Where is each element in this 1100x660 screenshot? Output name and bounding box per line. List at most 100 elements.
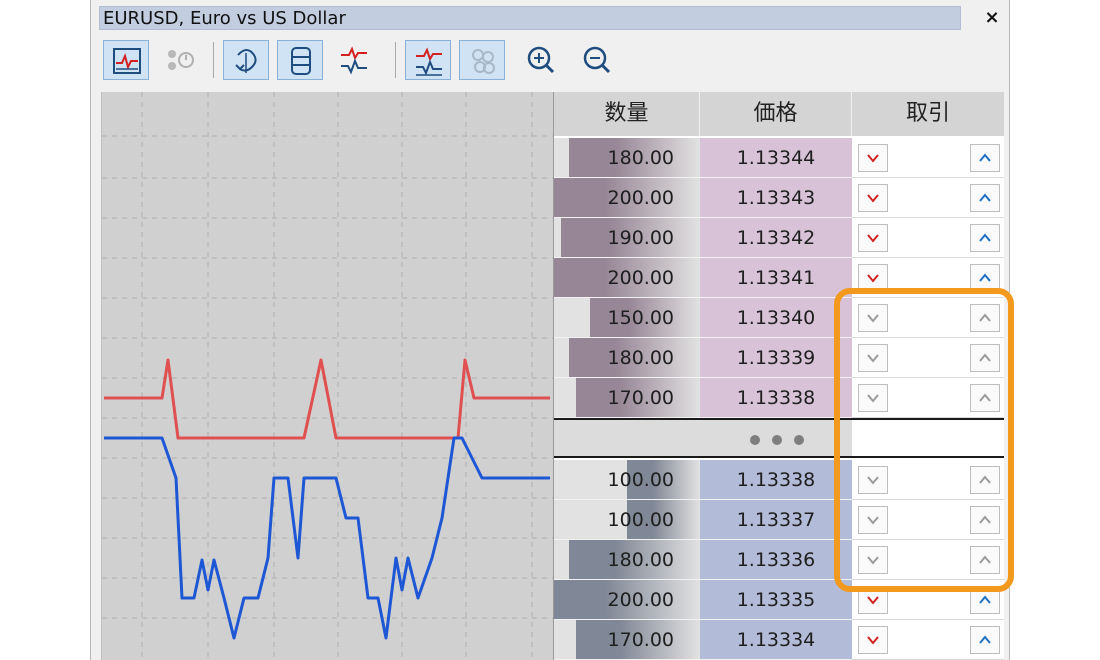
volume-value: 200.00 bbox=[607, 187, 674, 209]
volume-cell: 170.00 bbox=[554, 378, 700, 418]
buy-button[interactable] bbox=[970, 586, 1000, 614]
bid-row: 170.00 1.13334 bbox=[554, 620, 1004, 660]
tick-line-button[interactable] bbox=[331, 40, 377, 80]
sell-button[interactable] bbox=[858, 546, 888, 574]
price-cell[interactable]: 1.13336 bbox=[700, 540, 852, 580]
zoom-in-icon bbox=[527, 46, 555, 74]
tick-chart-icon bbox=[113, 48, 141, 74]
one-click-trading-button[interactable] bbox=[223, 40, 269, 80]
zoom-out-button[interactable] bbox=[575, 40, 621, 80]
sell-button[interactable] bbox=[858, 626, 888, 654]
buy-button[interactable] bbox=[970, 264, 1000, 292]
window-titlebar[interactable]: EURUSD, Euro vs US Dollar bbox=[99, 6, 961, 30]
chevron-down-icon bbox=[867, 394, 879, 403]
volume-cell: 180.00 bbox=[554, 540, 700, 580]
buy-button[interactable] bbox=[970, 184, 1000, 212]
price-cell[interactable]: 1.13334 bbox=[700, 620, 852, 660]
volume-cell: 200.00 bbox=[554, 258, 700, 298]
price-cell[interactable]: 1.13344 bbox=[700, 138, 852, 178]
chevron-down-icon bbox=[867, 234, 879, 243]
sell-button[interactable] bbox=[858, 224, 888, 252]
chevron-up-icon bbox=[979, 595, 991, 604]
sell-button[interactable] bbox=[858, 384, 888, 412]
trade-cell bbox=[852, 500, 1004, 540]
trade-cell bbox=[852, 338, 1004, 378]
buy-button[interactable] bbox=[970, 384, 1000, 412]
volume-value: 190.00 bbox=[607, 227, 674, 249]
volume-cell: 200.00 bbox=[554, 580, 700, 620]
ask-price-line bbox=[104, 358, 550, 440]
trade-cell bbox=[852, 138, 1004, 178]
buy-button[interactable] bbox=[970, 344, 1000, 372]
ask-row: 200.00 1.13343 bbox=[554, 178, 1004, 218]
chevron-down-icon bbox=[867, 194, 879, 203]
volume-circles-button[interactable] bbox=[459, 40, 505, 80]
spread-dot bbox=[794, 435, 804, 445]
buy-button[interactable] bbox=[970, 304, 1000, 332]
volume-cell: 200.00 bbox=[554, 178, 700, 218]
price-cell[interactable]: 1.13338 bbox=[700, 378, 852, 418]
chevron-up-icon bbox=[979, 153, 991, 162]
sell-button[interactable] bbox=[858, 506, 888, 534]
sell-button[interactable] bbox=[858, 184, 888, 212]
trade-cell bbox=[852, 298, 1004, 338]
chevron-up-icon bbox=[979, 515, 991, 524]
volume-cell: 170.00 bbox=[554, 620, 700, 660]
volume-value: 180.00 bbox=[607, 147, 674, 169]
chevron-up-icon bbox=[979, 273, 991, 282]
zoom-in-button[interactable] bbox=[519, 40, 565, 80]
tick-chart[interactable] bbox=[101, 92, 554, 660]
tick-chart-button[interactable] bbox=[103, 40, 149, 80]
sell-button[interactable] bbox=[858, 466, 888, 494]
toolbar-separator bbox=[395, 42, 396, 78]
trade-cell bbox=[852, 620, 1004, 660]
buy-button[interactable] bbox=[970, 144, 1000, 172]
volume-cell: 100.00 bbox=[554, 500, 700, 540]
volume-cell: 180.00 bbox=[554, 138, 700, 178]
sell-button[interactable] bbox=[858, 344, 888, 372]
trade-cell bbox=[852, 580, 1004, 620]
price-cell[interactable]: 1.13339 bbox=[700, 338, 852, 378]
sell-button[interactable] bbox=[858, 264, 888, 292]
price-cell[interactable]: 1.13341 bbox=[700, 258, 852, 298]
price-cell[interactable]: 1.13340 bbox=[700, 298, 852, 338]
bid-row: 200.00 1.13335 bbox=[554, 580, 1004, 620]
tick-line-icon bbox=[341, 46, 367, 75]
buy-button[interactable] bbox=[970, 626, 1000, 654]
volume-cell: 100.00 bbox=[554, 460, 700, 500]
price-cell[interactable]: 1.13338 bbox=[700, 460, 852, 500]
buy-button[interactable] bbox=[970, 546, 1000, 574]
buy-button[interactable] bbox=[970, 224, 1000, 252]
chevron-up-icon bbox=[979, 555, 991, 564]
spread-divider-left bbox=[554, 418, 852, 458]
depth-of-market-button[interactable] bbox=[157, 40, 203, 80]
sell-button[interactable] bbox=[858, 144, 888, 172]
price-header: 価格 bbox=[700, 92, 852, 136]
volume-value: 100.00 bbox=[607, 509, 674, 531]
chevron-down-icon bbox=[867, 354, 879, 363]
trade-cell bbox=[852, 258, 1004, 298]
price-cell[interactable]: 1.13342 bbox=[700, 218, 852, 258]
spread-divider-right bbox=[852, 418, 1004, 458]
sell-button[interactable] bbox=[858, 586, 888, 614]
bid-ask-line-icon bbox=[416, 47, 442, 76]
volume-value: 180.00 bbox=[607, 347, 674, 369]
market-depth-window: EURUSD, Euro vs US Dollar × 数量 価格 取引 180… bbox=[90, 0, 1010, 660]
buy-button[interactable] bbox=[970, 466, 1000, 494]
volume-value: 180.00 bbox=[607, 549, 674, 571]
ask-row: 180.00 1.13339 bbox=[554, 338, 1004, 378]
market-depth-columns-button[interactable] bbox=[277, 40, 323, 80]
bid-ask-line-button[interactable] bbox=[405, 40, 451, 80]
trade-cell bbox=[852, 178, 1004, 218]
close-icon[interactable]: × bbox=[981, 6, 1003, 30]
chevron-up-icon bbox=[979, 635, 991, 644]
sell-button[interactable] bbox=[858, 304, 888, 332]
price-cell[interactable]: 1.13343 bbox=[700, 178, 852, 218]
buy-button[interactable] bbox=[970, 506, 1000, 534]
trade-header: 取引 bbox=[852, 92, 1004, 136]
chevron-down-icon bbox=[867, 636, 879, 645]
volume-circles-icon bbox=[472, 49, 495, 74]
price-cell[interactable]: 1.13335 bbox=[700, 580, 852, 620]
price-cell[interactable]: 1.13337 bbox=[700, 500, 852, 540]
ask-row: 150.00 1.13340 bbox=[554, 298, 1004, 338]
